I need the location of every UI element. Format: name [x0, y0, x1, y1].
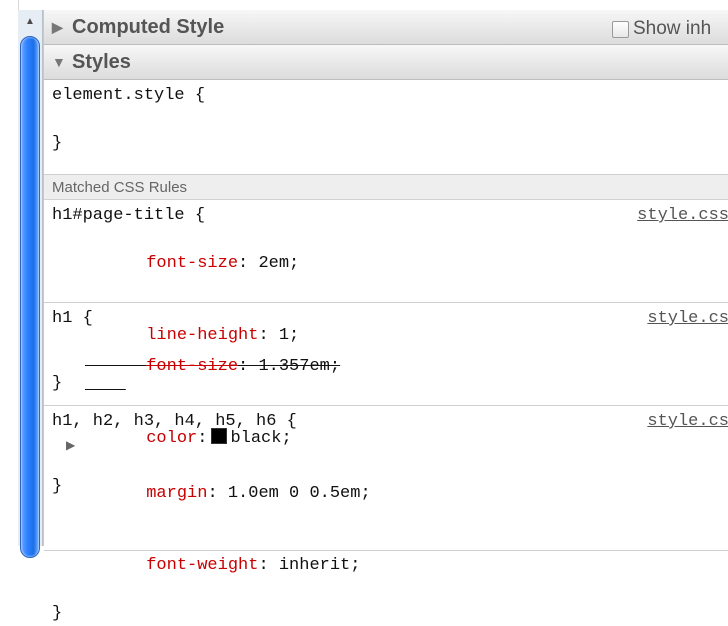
expand-triangle-icon[interactable]: ▶ [66, 434, 75, 458]
element-style-open: element.style { [52, 86, 206, 105]
element-style-empty-line[interactable] [52, 108, 721, 132]
overridden-declaration[interactable]: font-size: 1.357em; [52, 331, 721, 403]
element-style-block[interactable]: element.style { } [44, 80, 728, 175]
declaration-colon: : [238, 357, 259, 376]
rule-close: } [52, 604, 63, 623]
declaration[interactable]: font-size: 2em; [52, 228, 721, 300]
rule-selector: h1#page-title { [52, 206, 206, 225]
property-name[interactable]: font-size [146, 357, 238, 376]
styles-header[interactable]: ▼ Styles [44, 45, 728, 80]
show-inherited-toggle[interactable]: Show inh [612, 18, 711, 40]
property-value[interactable]: inherit; [279, 556, 361, 575]
property-name[interactable]: margin [146, 484, 207, 503]
property-name[interactable]: font-weight [146, 556, 258, 575]
styles-inspector-panel: ▶ Computed Style Show inh ▼ Styles eleme… [43, 10, 728, 623]
computed-style-title: Computed Style [72, 15, 225, 38]
show-inherited-checkbox[interactable] [612, 20, 629, 38]
styles-title: Styles [72, 50, 131, 73]
property-value[interactable]: 2em; [258, 254, 299, 273]
expanded-triangle-icon[interactable]: ▼ [52, 54, 72, 70]
property-value[interactable]: 1.357em; [258, 357, 340, 376]
element-style-close: } [52, 134, 63, 153]
declaration-colon: : [258, 556, 279, 575]
declaration[interactable]: ▶ margin: 1.0em 0 0.5em; [52, 434, 721, 530]
collapsed-triangle-icon[interactable]: ▶ [52, 19, 72, 36]
matched-css-rules-header: Matched CSS Rules [44, 175, 728, 200]
rule-selector: h1 { [52, 309, 93, 328]
css-rule[interactable]: h1, h2, h3, h4, h5, h6 { style.cs ▶ marg… [44, 406, 728, 623]
computed-style-header[interactable]: ▶ Computed Style Show inh [44, 10, 728, 45]
rule-selector: h1, h2, h3, h4, h5, h6 { [52, 412, 297, 431]
show-inherited-label: Show inh [633, 18, 712, 39]
css-rule[interactable]: h1 { style.cs font-size: 1.357em; color:… [44, 303, 728, 496]
property-name[interactable]: font-size [146, 254, 238, 273]
rule-source-link[interactable]: style.cs [647, 307, 728, 331]
rule-source-link[interactable]: style.cs [647, 410, 728, 434]
left-gutter [0, 0, 19, 546]
css-rule[interactable]: h1#page-title { style.css font-size: 2em… [44, 200, 728, 393]
vertical-scrollbar[interactable]: ▲ [18, 10, 43, 558]
rule-source-link[interactable]: style.css [637, 204, 728, 228]
declaration-colon: : [238, 254, 259, 273]
scroll-thumb[interactable] [20, 36, 40, 558]
declaration[interactable]: font-weight: inherit; [52, 530, 721, 602]
property-value[interactable]: 1.0em 0 0.5em; [228, 484, 371, 503]
scroll-up-arrow-icon[interactable]: ▲ [18, 10, 42, 32]
declaration-colon: : [207, 484, 228, 503]
